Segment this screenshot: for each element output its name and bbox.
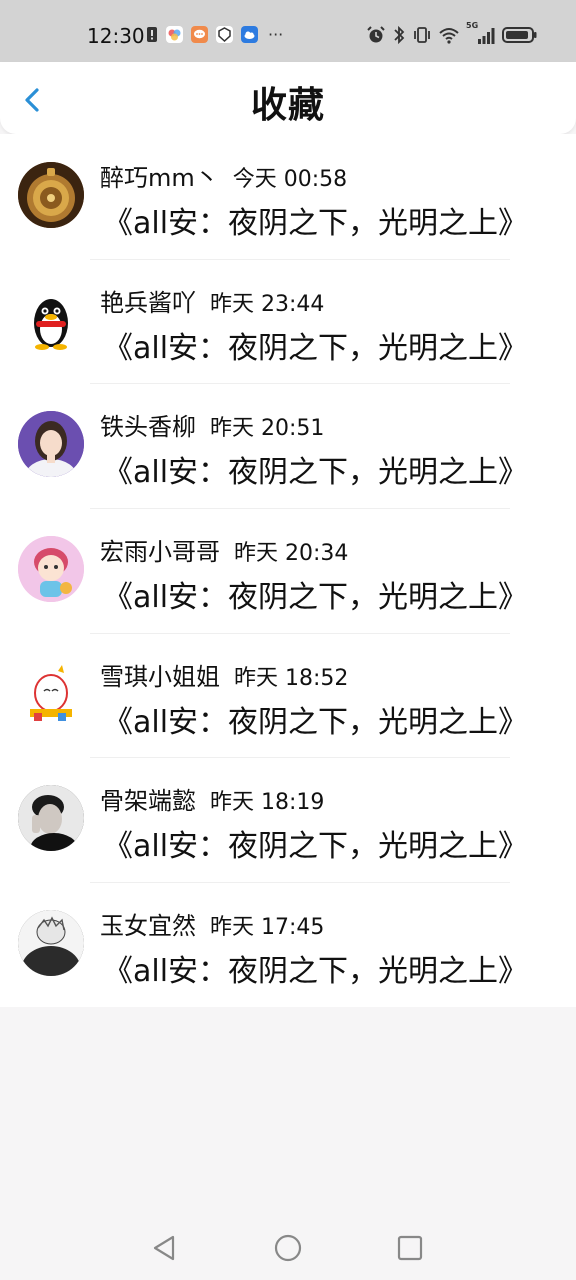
5g-signal-icon: 5G — [466, 21, 496, 45]
alert-icon — [147, 27, 157, 42]
item-meta: 玉女宜然 昨天 17:45 — [100, 906, 324, 941]
timestamp: 昨天 20:51 — [210, 416, 325, 442]
user-name[interactable]: 铁头香柳 — [100, 413, 196, 441]
favorite-item[interactable]: 玉女宜然 昨天 17:45 《all安：夜阴之下，光明之上》 — [0, 882, 576, 1007]
avatar[interactable] — [18, 660, 84, 727]
timestamp: 昨天 17:45 — [210, 915, 325, 941]
home-circle-icon — [274, 1234, 302, 1262]
user-name[interactable]: 艳兵酱吖 — [100, 289, 196, 317]
favorite-item[interactable]: 醉巧mm丶 今天 00:58 《all安：夜阴之下，光明之上》 — [0, 134, 576, 259]
user-name[interactable]: 玉女宜然 — [100, 912, 196, 940]
notification-icons: ··· — [146, 26, 283, 43]
story-title[interactable]: 《all安：夜阴之下，光明之上》 — [103, 323, 528, 367]
story-title[interactable]: 《all安：夜阴之下，光明之上》 — [103, 198, 528, 242]
avatar[interactable] — [18, 162, 84, 228]
battery-icon — [502, 27, 537, 43]
back-triangle-icon — [153, 1235, 175, 1261]
timestamp: 昨天 18:19 — [210, 790, 325, 816]
avatar[interactable] — [18, 910, 84, 977]
avatar[interactable] — [18, 536, 84, 603]
timestamp: 今天 00:58 — [232, 167, 348, 192]
system-nav-bar — [0, 1216, 576, 1280]
recents-square-icon — [397, 1235, 423, 1261]
status-time: 12:30 — [87, 24, 145, 48]
user-name[interactable]: 醉巧mm丶 — [100, 164, 219, 192]
vibrate-icon — [414, 27, 430, 43]
story-title[interactable]: 《all安：夜阴之下，光明之上》 — [103, 572, 528, 616]
cloud-app-icon — [241, 26, 258, 43]
avatar[interactable] — [18, 411, 84, 478]
nav-recents-button[interactable] — [394, 1232, 426, 1264]
user-name[interactable]: 宏雨小哥哥 — [100, 538, 220, 566]
favorite-item[interactable]: 宏雨小哥哥 昨天 20:34 《all安：夜阴之下，光明之上》 — [0, 508, 576, 633]
nav-back-button[interactable] — [149, 1232, 181, 1264]
favorite-item[interactable]: 雪琪小姐姐 昨天 18:52 《all安：夜阴之下，光明之上》 — [0, 632, 576, 758]
avatar[interactable] — [18, 286, 84, 353]
timestamp: 昨天 20:34 — [234, 541, 349, 567]
alarm-icon — [367, 26, 385, 43]
item-meta: 雪琪小姐姐 昨天 18:52 — [100, 657, 348, 692]
story-title[interactable]: 《all安：夜阴之下，光明之上》 — [103, 447, 528, 491]
favorite-item[interactable]: 骨架端懿 昨天 18:19 《all安：夜阴之下，光明之上》 — [0, 757, 576, 882]
favorites-list: 醉巧mm丶 今天 00:58 《all安：夜阴之下，光明之上》 艳兵酱吖 昨天 23:4… — [0, 134, 576, 1007]
gallery-app-icon — [166, 26, 183, 43]
wifi-icon — [439, 28, 459, 44]
system-icons: 5G — [366, 21, 538, 45]
story-title[interactable]: 《all安：夜阴之下，光明之上》 — [103, 946, 528, 990]
item-meta: 骨架端懿 昨天 18:19 — [100, 781, 324, 816]
item-meta: 艳兵酱吖 昨天 23:44 — [100, 283, 324, 318]
favorite-item[interactable]: 艳兵酱吖 昨天 23:44 《all安：夜阴之下，光明之上》 — [0, 258, 576, 384]
bluetooth-icon — [394, 25, 405, 45]
favorite-item[interactable]: 铁头香柳 昨天 20:51 《all安：夜阴之下，光明之上》 — [0, 383, 576, 508]
user-name[interactable]: 骨架端懿 — [100, 787, 196, 815]
timestamp: 昨天 23:44 — [210, 291, 325, 317]
message-app-icon — [191, 26, 208, 43]
avatar[interactable] — [18, 785, 84, 852]
nav-home-button[interactable] — [272, 1232, 304, 1264]
item-meta: 醉巧mm丶 今天 00:58 — [100, 158, 347, 193]
user-name[interactable]: 雪琪小姐姐 — [100, 663, 220, 691]
timestamp: 昨天 18:52 — [234, 665, 349, 691]
story-title[interactable]: 《all安：夜阴之下，光明之上》 — [103, 821, 528, 865]
page-title: 收藏 — [250, 85, 325, 126]
item-meta: 宏雨小哥哥 昨天 20:34 — [100, 532, 348, 567]
more-notifications-icon: ··· — [268, 25, 284, 44]
app-header: 收藏 — [0, 62, 576, 134]
item-meta: 铁头香柳 昨天 20:51 — [100, 407, 324, 442]
shield-app-icon — [216, 26, 233, 43]
status-bar: 12:30 ··· 5G — [0, 0, 576, 62]
story-title[interactable]: 《all安：夜阴之下，光明之上》 — [103, 697, 528, 741]
